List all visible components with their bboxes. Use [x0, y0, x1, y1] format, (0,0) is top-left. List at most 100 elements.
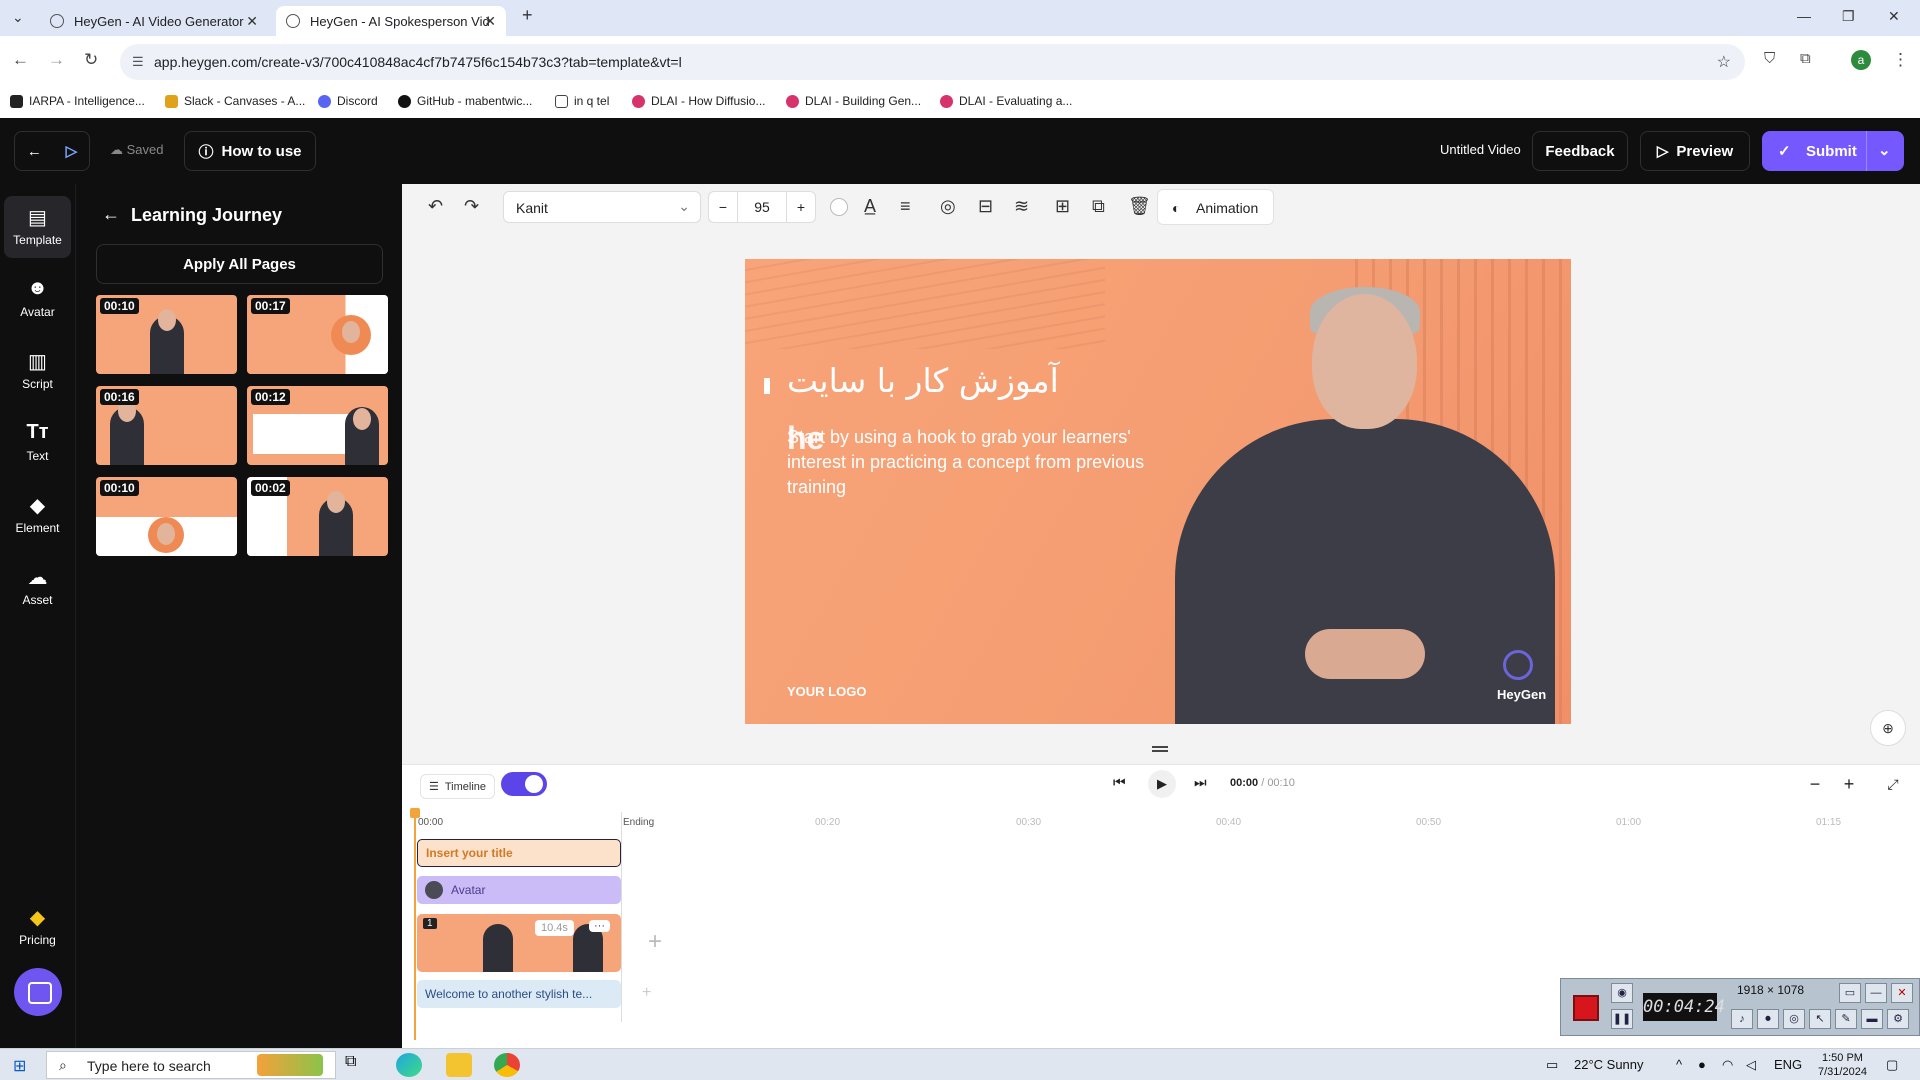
effect-icon[interactable]: ◎ [940, 196, 956, 217]
scene-more-button[interactable]: ··· [589, 920, 610, 932]
bookmark-star-icon[interactable]: ☆ [1717, 52, 1731, 72]
play-button[interactable]: ▶ [1148, 770, 1176, 798]
browser-tab-2[interactable]: HeyGen - AI Spokesperson Vid ✕ [276, 6, 506, 36]
close-tab-icon[interactable]: ✕ [484, 13, 496, 30]
volume-icon[interactable]: ◁ [1746, 1057, 1756, 1073]
notifications-icon[interactable]: ▢ [1886, 1057, 1898, 1073]
align-icon[interactable]: ≡ [900, 196, 911, 217]
resize-handle[interactable] [1152, 746, 1168, 752]
extensions-icon[interactable]: ⧉ [1800, 50, 1811, 67]
submit-button[interactable]: ✓ Submit ⌄ [1762, 131, 1904, 171]
skip-back-icon[interactable]: ⏮ [1113, 774, 1126, 791]
cursor-icon[interactable]: ↖ [1809, 1009, 1831, 1029]
wifi-icon[interactable]: ◠ [1722, 1057, 1733, 1073]
undo-icon[interactable]: ↶ [428, 196, 443, 217]
timeline-zoom-out-button[interactable]: − [1800, 772, 1830, 796]
how-to-use-button[interactable]: ⓘ How to use [184, 131, 316, 171]
canvas-body-text[interactable]: Start by using a hook to grab your learn… [787, 425, 1187, 500]
tray-chevron-icon[interactable]: ^ [1676, 1057, 1682, 1072]
shield-extension-icon[interactable]: ⛉ [1764, 50, 1775, 67]
microphone-icon[interactable]: ⏺ [1757, 1009, 1779, 1029]
apply-all-pages-button[interactable]: Apply All Pages [96, 244, 383, 284]
weather-text[interactable]: 22°C Sunny [1574, 1057, 1644, 1072]
close-window-icon[interactable]: ✕ [1888, 8, 1900, 25]
timeline-zoom-in-button[interactable]: + [1834, 772, 1864, 796]
close-recorder-icon[interactable]: ✕ [1891, 983, 1913, 1003]
back-icon[interactable]: ← [12, 50, 29, 70]
scene-track[interactable]: 1 10.4s ··· [417, 914, 621, 972]
duplicate-icon[interactable]: ⊞ [1055, 196, 1070, 217]
region-icon[interactable]: ▭ [1839, 983, 1861, 1003]
logo-placeholder[interactable]: YOUR LOGO [787, 684, 866, 699]
rail-item-text[interactable]: Tт Text [4, 412, 71, 474]
font-size-decrease-button[interactable]: − [708, 191, 738, 223]
minimize-icon[interactable]: — [1797, 8, 1811, 24]
rail-item-avatar[interactable]: ☻ Avatar [4, 268, 71, 330]
rail-item-element[interactable]: ◆ Element [4, 484, 71, 546]
close-tab-icon[interactable]: ✕ [246, 13, 258, 30]
template-thumbnail[interactable]: 00:10 [96, 477, 237, 556]
position-icon[interactable]: ⊟ [978, 196, 993, 217]
speaker-icon[interactable]: ♪ [1731, 1009, 1753, 1029]
delete-icon[interactable]: 🗑 [1128, 196, 1151, 217]
preview-button[interactable]: ▷ Preview [1640, 131, 1750, 171]
template-thumbnail[interactable]: 00:02 [247, 477, 388, 556]
bookmark-item[interactable]: DLAI - Evaluating a... [940, 94, 1072, 108]
stop-recording-button[interactable] [1573, 995, 1599, 1021]
chat-support-button[interactable] [14, 968, 62, 1016]
layers-icon[interactable]: ≋ [1014, 196, 1029, 217]
feedback-button[interactable]: Feedback [1532, 131, 1628, 171]
redo-icon[interactable]: ↷ [464, 196, 479, 217]
font-family-select[interactable]: Kanit ⌄ [503, 191, 701, 223]
template-thumbnail[interactable]: 00:12 [247, 386, 388, 465]
file-explorer-icon[interactable] [446, 1053, 472, 1077]
weather-icon[interactable]: ▭ [1546, 1057, 1558, 1073]
bookmark-folder[interactable]: in q tel [555, 94, 609, 108]
bookmark-item[interactable]: Slack - Canvases - A... [165, 94, 305, 108]
timeline-view-toggle[interactable] [501, 772, 547, 796]
font-size-input[interactable]: 95 [737, 191, 787, 223]
expand-icon[interactable]: ⤢ [1878, 772, 1908, 796]
text-track[interactable]: Welcome to another stylish te... [417, 980, 621, 1008]
animation-button[interactable]: ◐ Animation [1157, 189, 1274, 225]
rail-item-template[interactable]: ▤ Template [4, 196, 71, 258]
add-scene-button[interactable]: + [638, 912, 672, 972]
canvas-title-text[interactable]: آموزش کار با سایت [787, 361, 1059, 400]
windows-start-icon[interactable]: ⊞ [13, 1056, 26, 1076]
settings-icon[interactable]: ⚙ [1887, 1009, 1909, 1029]
pause-icon[interactable]: ❚❚ [1611, 1009, 1633, 1029]
chevron-down-icon[interactable]: ⌄ [1878, 141, 1891, 159]
language-indicator[interactable]: ENG [1774, 1057, 1802, 1072]
tab-search-icon[interactable]: ⌄ [12, 9, 24, 26]
text-color-swatch[interactable] [830, 198, 848, 216]
timeline-toggle-button[interactable]: ☰ Timeline [420, 774, 496, 799]
text-style-icon[interactable]: A̲ [864, 196, 876, 217]
bookmark-item[interactable]: DLAI - How Diffusio... [632, 94, 765, 108]
rail-item-pricing[interactable]: ◆ Pricing [4, 896, 71, 958]
chrome-icon[interactable] [494, 1053, 520, 1077]
mic-tray-icon[interactable]: ● [1698, 1057, 1706, 1072]
bookmark-item[interactable]: GitHub - mabentwic... [398, 94, 532, 108]
minimize-recorder-icon[interactable]: — [1865, 983, 1887, 1003]
title-track[interactable]: Insert your title [417, 839, 621, 867]
add-text-button[interactable]: + [642, 984, 651, 1002]
copy-icon[interactable]: ⧉ [1092, 196, 1105, 217]
template-thumbnail[interactable]: 00:16 [96, 386, 237, 465]
bookmark-item[interactable]: DLAI - Building Gen... [786, 94, 921, 108]
url-field[interactable]: ☰ app.heygen.com/create-v3/700c410848ac4… [120, 44, 1745, 80]
home-back-button[interactable]: ← ▷ [14, 131, 90, 171]
rail-item-asset[interactable]: ☁ Asset [4, 556, 71, 618]
bookmark-item[interactable]: Discord [318, 94, 378, 108]
edge-icon[interactable] [396, 1053, 422, 1077]
browser-menu-icon[interactable]: ⋮ [1892, 50, 1909, 70]
skip-forward-icon[interactable]: ⏭ [1194, 774, 1207, 791]
site-info-icon[interactable]: ☰ [132, 54, 144, 70]
clock[interactable]: 1:50 PM 7/31/2024 [1818, 1051, 1867, 1079]
template-thumbnail[interactable]: 00:10 [96, 295, 237, 374]
pen-icon[interactable]: ✎ [1835, 1009, 1857, 1029]
video-title[interactable]: Untitled Video [1440, 142, 1521, 157]
task-view-icon[interactable]: ⧉ [345, 1053, 371, 1077]
video-canvas[interactable]: آموزش کار با سایت Start by using a hook … [745, 259, 1571, 724]
zoom-in-canvas-icon[interactable]: ⊕ [1870, 710, 1906, 746]
back-arrow-icon[interactable]: ← [102, 204, 120, 225]
